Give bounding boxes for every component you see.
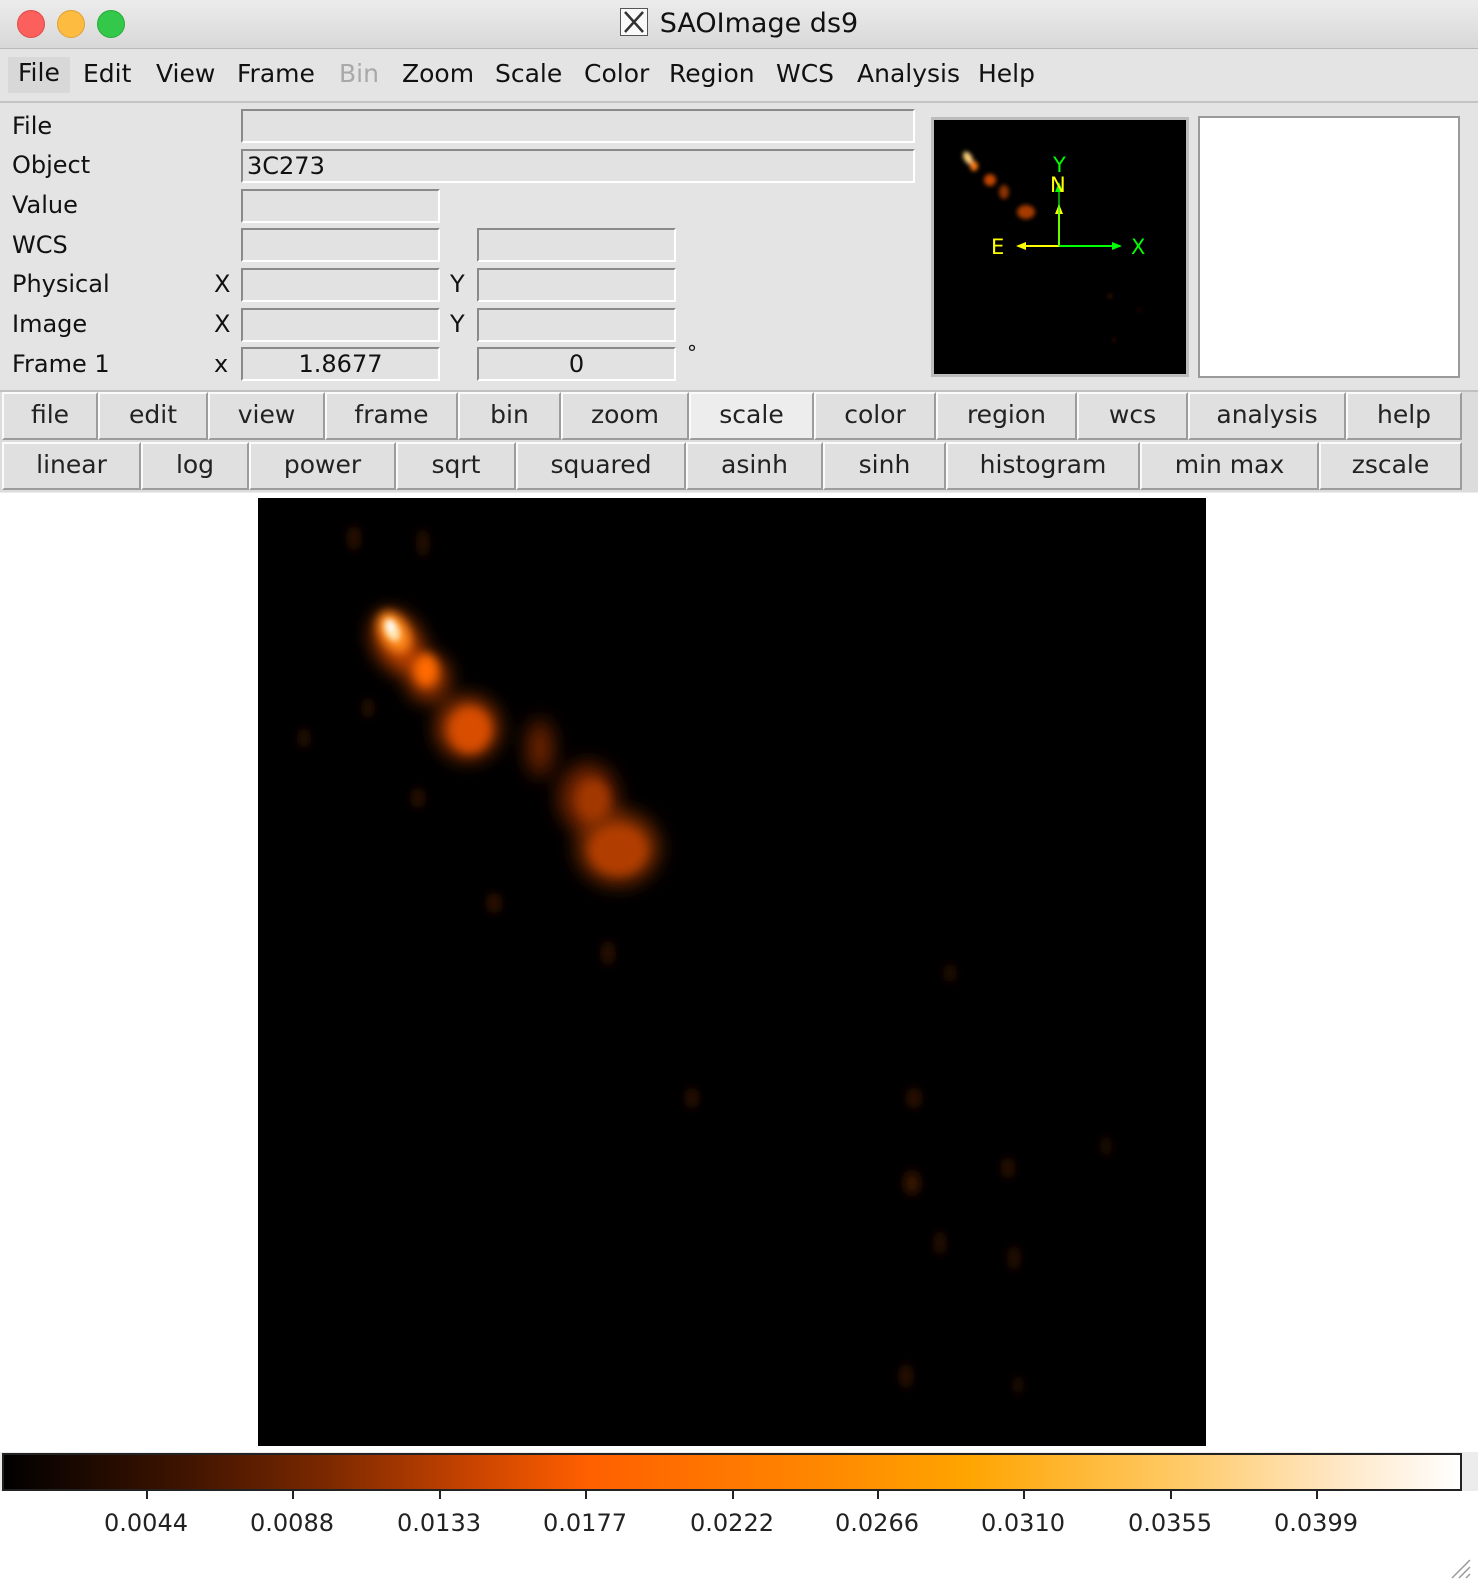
button-bin[interactable]: bin — [458, 392, 561, 440]
image-label: Image — [12, 310, 88, 338]
object-label: Object — [12, 151, 91, 179]
value-field — [241, 189, 440, 223]
file-label: File — [12, 112, 53, 140]
menu-analysis[interactable]: Analysis — [857, 59, 960, 88]
colorbar-tick-label: 0.0133 — [397, 1509, 481, 1537]
colorbar[interactable] — [2, 1453, 1462, 1491]
frame-label: Frame 1 — [12, 350, 110, 378]
compass-east-arrowhead — [1016, 242, 1026, 250]
image-canvas[interactable] — [0, 493, 1478, 1452]
button-file[interactable]: file — [2, 392, 98, 440]
button-color[interactable]: color — [814, 392, 936, 440]
scale-minmax-button[interactable]: min max — [1140, 442, 1319, 490]
compass-n-label: N — [1050, 173, 1066, 197]
compass-e-label: E — [991, 235, 1004, 259]
title-bar: SAOImage ds9 — [0, 0, 1478, 49]
window-title: SAOImage ds9 — [659, 8, 859, 39]
colorbar-axis: 0.0044 0.0088 0.0133 0.0177 0.0222 0.026… — [0, 1491, 1478, 1584]
colorbar-tick-label: 0.0310 — [981, 1509, 1065, 1537]
menu-zoom[interactable]: Zoom — [402, 59, 474, 88]
scale-sinh-button[interactable]: sinh — [823, 442, 946, 490]
panner[interactable]: Y N E X — [931, 117, 1189, 377]
colorbar-tick — [877, 1491, 879, 1499]
ds9-window: SAOImage ds9 File Edit View Frame Bin Zo… — [0, 0, 1478, 1584]
physical-x-field — [241, 268, 440, 302]
button-help[interactable]: help — [1346, 392, 1462, 440]
colorbar-tick-label: 0.0088 — [250, 1509, 334, 1537]
menu-file[interactable]: File — [8, 57, 70, 93]
colorbar-tick — [1170, 1491, 1172, 1499]
astronomical-image — [258, 498, 1206, 1446]
button-analysis[interactable]: analysis — [1188, 392, 1346, 440]
button-scale[interactable]: scale — [689, 392, 814, 440]
colorbar-tick — [585, 1491, 587, 1499]
colorbar-tick-label: 0.0222 — [690, 1509, 774, 1537]
colorbar-tick-label: 0.0044 — [104, 1509, 188, 1537]
button-wcs[interactable]: wcs — [1077, 392, 1188, 440]
value-label: Value — [12, 191, 78, 219]
physical-y-field — [477, 268, 676, 302]
compass-x-label: X — [1131, 235, 1145, 259]
image-x-label: X — [214, 310, 231, 338]
menu-wcs[interactable]: WCS — [776, 59, 834, 88]
menu-edit[interactable]: Edit — [83, 59, 131, 88]
colorbar-tick — [732, 1491, 734, 1499]
scale-asinh-button[interactable]: asinh — [686, 442, 823, 490]
colorbar-tick-label: 0.0266 — [835, 1509, 919, 1537]
physical-y-label: Y — [450, 270, 465, 298]
degree-symbol: ° — [687, 341, 697, 365]
file-field — [241, 109, 915, 143]
button-region[interactable]: region — [936, 392, 1077, 440]
menu-color[interactable]: Color — [584, 59, 649, 88]
scale-squared-button[interactable]: squared — [516, 442, 686, 490]
panner-thumbnail: Y N E X — [963, 151, 1145, 343]
button-frame[interactable]: frame — [325, 392, 458, 440]
magnifier — [1198, 116, 1460, 378]
colorbar-tick — [1023, 1491, 1025, 1499]
physical-x-label: X — [214, 270, 231, 298]
colorbar-tick — [1316, 1491, 1318, 1499]
scale-linear-button[interactable]: linear — [2, 442, 141, 490]
window-title-group: SAOImage ds9 — [0, 8, 1478, 39]
image-x-field — [241, 308, 440, 342]
scale-buttonbar: linear log power sqrt squared asinh sinh… — [0, 442, 1478, 492]
object-field: 3C273 — [241, 149, 915, 183]
frame-zoom-field: 1.8677 — [241, 347, 440, 381]
resize-grip-icon[interactable] — [1446, 1554, 1472, 1580]
menu-bin[interactable]: Bin — [339, 59, 379, 88]
image-y-label: Y — [450, 310, 465, 338]
wcs-field-1 — [241, 228, 440, 262]
colorbar-tick — [292, 1491, 294, 1499]
image-display[interactable] — [258, 498, 1206, 1446]
colorbar-tick-label: 0.0355 — [1128, 1509, 1212, 1537]
button-zoom[interactable]: zoom — [561, 392, 689, 440]
button-edit[interactable]: edit — [98, 392, 208, 440]
physical-label: Physical — [12, 270, 110, 298]
colorbar-tick — [146, 1491, 148, 1499]
x-axis-arrowhead — [1112, 242, 1122, 250]
colorbar-tick-label: 0.0399 — [1274, 1509, 1358, 1537]
scale-histogram-button[interactable]: histogram — [946, 442, 1140, 490]
wcs-field-2 — [477, 228, 676, 262]
menu-scale[interactable]: Scale — [495, 59, 562, 88]
scale-log-button[interactable]: log — [141, 442, 249, 490]
x11-icon — [619, 8, 648, 36]
colorbar-tick-label: 0.0177 — [543, 1509, 627, 1537]
frame-angle-field: 0 — [477, 347, 676, 381]
button-view[interactable]: view — [208, 392, 325, 440]
main-buttonbar: file edit view frame bin zoom scale colo… — [0, 392, 1478, 442]
scale-sqrt-button[interactable]: sqrt — [396, 442, 516, 490]
colorbar-tick — [439, 1491, 441, 1499]
menu-frame[interactable]: Frame — [237, 59, 315, 88]
menu-view[interactable]: View — [156, 59, 215, 88]
frame-x-label: x — [214, 350, 229, 378]
menubar: File Edit View Frame Bin Zoom Scale Colo… — [0, 49, 1478, 103]
menu-region[interactable]: Region — [669, 59, 755, 88]
scale-power-button[interactable]: power — [249, 442, 396, 490]
wcs-label: WCS — [12, 231, 68, 259]
info-panel: File Object 3C273 Value WCS Physical X Y… — [0, 103, 1478, 392]
scale-zscale-button[interactable]: zscale — [1319, 442, 1462, 490]
menu-help[interactable]: Help — [978, 59, 1035, 88]
image-y-field — [477, 308, 676, 342]
